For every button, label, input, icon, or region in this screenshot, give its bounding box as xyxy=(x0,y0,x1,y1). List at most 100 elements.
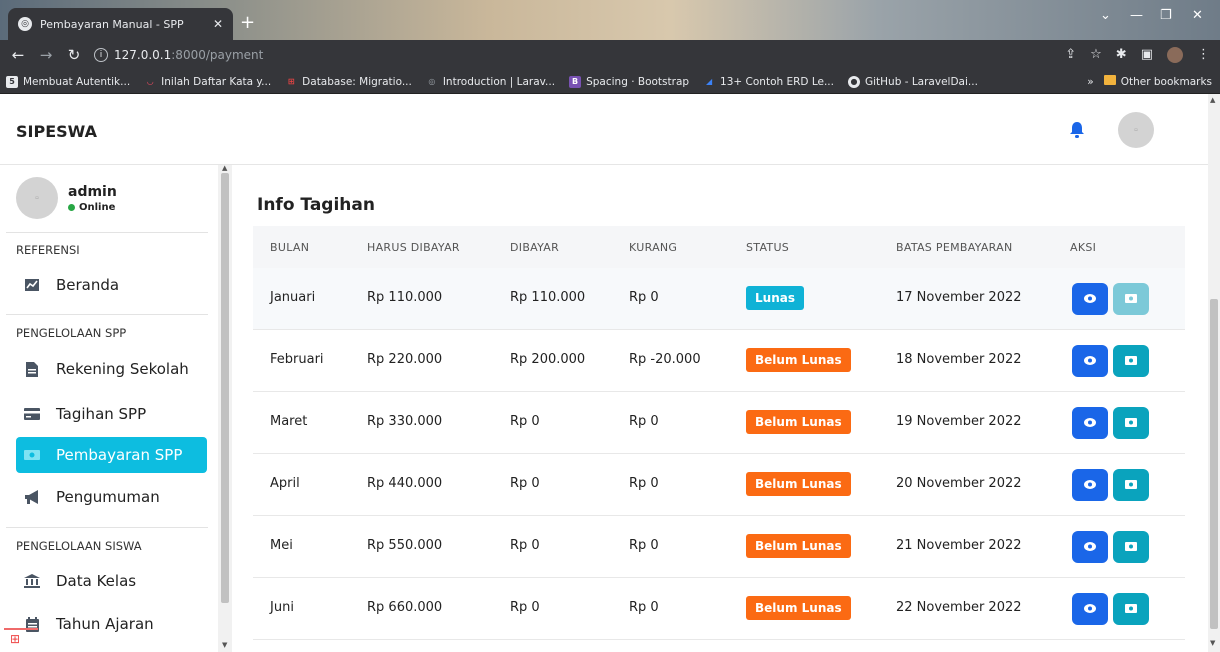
bookmark-item[interactable]: ◢ 13+ Contoh ERD Le... xyxy=(703,76,834,88)
cell-harus-dibayar: Rp 330.000 xyxy=(367,414,443,429)
view-button[interactable] xyxy=(1072,593,1108,625)
section-title: PENGELOLAAN SPP xyxy=(16,326,127,340)
sidebar-item-beranda[interactable]: Beranda xyxy=(16,267,207,303)
pay-button[interactable] xyxy=(1113,531,1149,563)
cell-dibayar: Rp 0 xyxy=(510,414,540,429)
sidepanel-icon[interactable]: ▣ xyxy=(1141,47,1153,63)
bookmark-item[interactable]: 5 Membuat Autentik... xyxy=(6,75,130,88)
scroll-up-icon[interactable]: ▲ xyxy=(1210,96,1215,104)
user-avatar: ▫ xyxy=(16,177,58,219)
share-icon[interactable]: ⇪ xyxy=(1065,47,1076,63)
pay-button[interactable] xyxy=(1113,593,1149,625)
brand-logo[interactable]: SIPESWA xyxy=(16,122,97,141)
money-icon xyxy=(1125,416,1137,431)
pay-button[interactable] xyxy=(1113,407,1149,439)
eye-icon xyxy=(1084,540,1096,555)
money-icon xyxy=(24,447,40,463)
credit-card-icon xyxy=(24,406,40,422)
eye-icon xyxy=(1084,354,1096,369)
pay-button[interactable] xyxy=(1113,469,1149,501)
star-icon[interactable]: ☆ xyxy=(1090,47,1102,63)
new-tab-button[interactable]: + xyxy=(240,12,255,33)
status-badge: Lunas xyxy=(746,286,804,310)
view-button[interactable] xyxy=(1072,283,1108,315)
cell-bulan: Juni xyxy=(270,600,294,615)
laravel-debug-icon[interactable]: ⊞ xyxy=(4,628,38,652)
browser-tab[interactable]: ◎ Pembayaran Manual - SPP ✕ xyxy=(8,8,233,40)
cell-kurang: Rp -20.000 xyxy=(629,352,701,367)
sidebar-item-pembayaran-spp[interactable]: Pembayaran SPP xyxy=(16,437,207,473)
view-button[interactable] xyxy=(1072,531,1108,563)
minimize-icon[interactable]: — xyxy=(1130,8,1143,23)
cell-batas: 17 November 2022 xyxy=(896,290,1022,305)
eye-icon xyxy=(1084,478,1096,493)
section-title: REFERENSI xyxy=(16,243,80,257)
scroll-thumb[interactable] xyxy=(221,173,229,603)
sidebar-scrollbar[interactable]: ▲ ▼ xyxy=(218,164,232,652)
sidebar-item-label: Tahun Ajaran xyxy=(56,615,154,633)
reload-icon[interactable]: ↻ xyxy=(64,46,84,64)
bell-icon[interactable] xyxy=(1070,122,1084,138)
info-icon[interactable]: i xyxy=(94,48,108,62)
sidebar-item-tahun-ajaran[interactable]: Tahun Ajaran xyxy=(16,606,207,642)
table-row: Januari Rp 110.000 Rp 110.000 Rp 0 Lunas… xyxy=(253,268,1185,330)
browser-tab-strip: ◎ Pembayaran Manual - SPP ✕ + ⌄ — ❐ ✕ xyxy=(0,0,1220,40)
status-badge: Belum Lunas xyxy=(746,348,851,372)
url-field[interactable]: i 127.0.0.1 :8000/payment xyxy=(94,48,263,62)
page-scrollbar[interactable]: ▲ ▼ xyxy=(1208,94,1220,652)
laravel-icon: ⊞ xyxy=(287,77,295,86)
scroll-down-icon[interactable]: ▼ xyxy=(1210,639,1215,647)
building-icon xyxy=(24,573,40,589)
sidebar-item-label: Data Kelas xyxy=(56,572,137,590)
divider xyxy=(6,232,208,233)
view-button[interactable] xyxy=(1072,345,1108,377)
bootstrap-icon: B xyxy=(569,75,582,88)
extensions-icon[interactable]: ✱ xyxy=(1116,47,1127,63)
other-bookmarks[interactable]: Other bookmarks xyxy=(1103,75,1212,88)
table-row: Februari Rp 220.000 Rp 200.000 Rp -20.00… xyxy=(253,330,1185,392)
scroll-up-icon[interactable]: ▲ xyxy=(222,164,227,172)
bookmark-item[interactable]: ◡ Inilah Daftar Kata y... xyxy=(144,76,271,88)
view-button[interactable] xyxy=(1072,469,1108,501)
globe-icon: ◎ xyxy=(428,77,436,86)
header-avatar[interactable]: ▫ xyxy=(1118,112,1154,148)
cell-bulan: Januari xyxy=(270,290,316,305)
pay-button[interactable] xyxy=(1113,345,1149,377)
cell-batas: 21 November 2022 xyxy=(896,538,1022,553)
cell-dibayar: Rp 0 xyxy=(510,476,540,491)
view-button[interactable] xyxy=(1072,407,1108,439)
bookmark-item[interactable]: ● GitHub - LaravelDai... xyxy=(847,75,978,88)
back-icon[interactable]: ← xyxy=(8,46,28,64)
cell-batas: 20 November 2022 xyxy=(896,476,1022,491)
more-bookmarks-button[interactable]: » xyxy=(1087,76,1093,88)
cell-kurang: Rp 0 xyxy=(629,476,659,491)
forward-icon[interactable]: → xyxy=(36,46,56,64)
menu-icon[interactable]: ⋮ xyxy=(1197,47,1210,63)
sidebar-item-rekening-sekolah[interactable]: Rekening Sekolah xyxy=(16,351,207,387)
scroll-down-icon[interactable]: ▼ xyxy=(222,641,227,649)
bookmark-item[interactable]: ◎ Introduction | Larav... xyxy=(426,76,555,88)
close-window-icon[interactable]: ✕ xyxy=(1192,8,1203,23)
scroll-thumb[interactable] xyxy=(1210,299,1218,629)
chevron-down-icon[interactable]: ⌄ xyxy=(1100,8,1111,23)
user-name: admin xyxy=(68,183,117,200)
sidebar-item-pengumuman[interactable]: Pengumuman xyxy=(16,479,207,515)
globe-icon: ◎ xyxy=(18,17,32,31)
cell-harus-dibayar: Rp 440.000 xyxy=(367,476,443,491)
bookmark-item[interactable]: ⊞ Database: Migratio... xyxy=(285,76,412,88)
close-tab-icon[interactable]: ✕ xyxy=(213,17,223,31)
sidebar-item-data-kelas[interactable]: Data Kelas xyxy=(16,563,207,599)
divider xyxy=(6,527,208,528)
profile-avatar[interactable] xyxy=(1167,47,1183,63)
page-title: Info Tagihan xyxy=(257,195,375,215)
money-icon xyxy=(1125,354,1137,369)
sidebar-item-tagihan-spp[interactable]: Tagihan SPP xyxy=(16,396,207,432)
user-block[interactable]: ▫ admin Online xyxy=(16,177,117,219)
pay-button[interactable] xyxy=(1113,283,1149,315)
divider xyxy=(6,314,208,315)
restore-icon[interactable]: ❐ xyxy=(1160,8,1172,23)
cell-batas: 19 November 2022 xyxy=(896,414,1022,429)
cell-bulan: Mei xyxy=(270,538,293,553)
bookmark-item[interactable]: B Spacing · Bootstrap xyxy=(569,75,689,88)
column-header: KURANG xyxy=(629,241,678,254)
